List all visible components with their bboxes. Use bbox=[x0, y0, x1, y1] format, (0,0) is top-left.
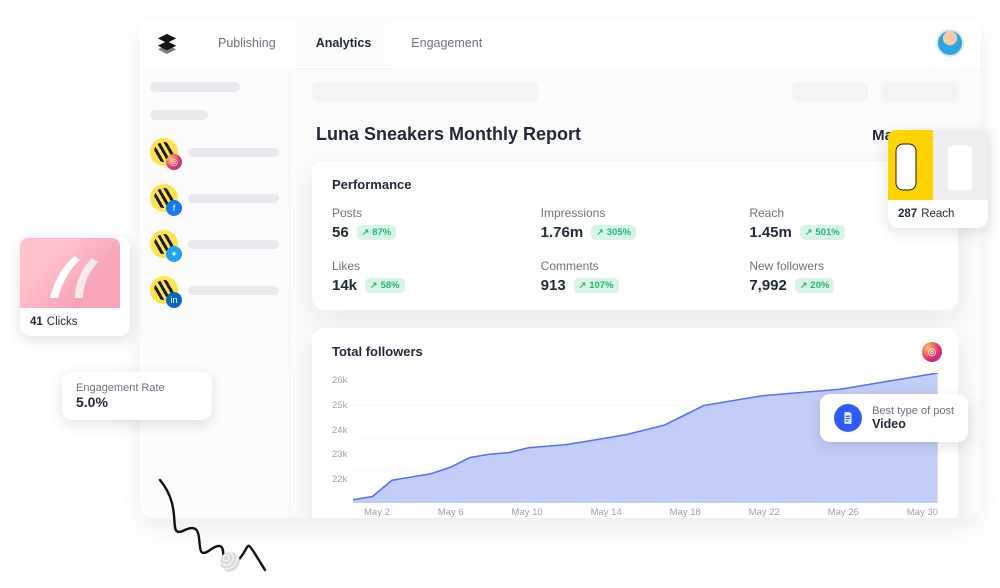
float-card-best-post-type: Best type of post Video bbox=[820, 394, 968, 442]
float-card-label: 287Reach bbox=[888, 200, 988, 228]
metric-value: 913 bbox=[541, 277, 566, 294]
followers-title: Total followers bbox=[332, 344, 938, 359]
sidebar-placeholder bbox=[150, 82, 240, 92]
facebook-icon: f bbox=[166, 200, 182, 216]
tab-publishing[interactable]: Publishing bbox=[198, 18, 296, 68]
main-panel: Luna Sneakers Monthly Report May· 1– 31 … bbox=[290, 68, 980, 518]
performance-card: ◎ Performance Posts5687%Impressions1.76m… bbox=[312, 161, 958, 310]
metric-new-followers: New followers 7,992 20% bbox=[749, 259, 938, 294]
content-area: ◎ f ✦ in Luna bbox=[140, 68, 980, 518]
float-card-image bbox=[888, 130, 988, 200]
sidebar-account-twitter[interactable]: ✦ bbox=[150, 230, 279, 258]
float-card-sublabel: Engagement Rate bbox=[76, 382, 198, 394]
metric-comments: Comments 913 107% bbox=[541, 259, 730, 294]
metric-value: 1.76m bbox=[541, 224, 584, 241]
metric-delta-badge: 20% bbox=[795, 278, 835, 293]
app-logo-icon[interactable] bbox=[156, 32, 178, 54]
metric-value: 56 bbox=[332, 224, 349, 241]
metric-impressions: Impressions 1.76m 305% bbox=[541, 206, 730, 241]
metric-delta-badge: 58% bbox=[365, 278, 405, 293]
tab-analytics[interactable]: Analytics bbox=[296, 18, 392, 68]
sidebar-account-instagram[interactable]: ◎ bbox=[150, 138, 279, 166]
float-card-value: 5.0% bbox=[76, 394, 198, 410]
app-window: Publishing Analytics Engagement ◎ f ✦ in bbox=[140, 18, 980, 518]
float-card-clicks: 41Clicks bbox=[20, 238, 130, 336]
float-card-reach: 287Reach bbox=[888, 130, 988, 228]
instagram-icon: ◎ bbox=[922, 342, 942, 362]
metric-delta-badge: 501% bbox=[800, 225, 845, 240]
metrics-grid: Posts5687%Impressions1.76m305%Reach1.45m… bbox=[332, 206, 938, 294]
user-avatar[interactable] bbox=[936, 29, 964, 57]
metric-label: Impressions bbox=[541, 206, 730, 220]
float-card-label: 41Clicks bbox=[20, 308, 130, 336]
float-card-sublabel: Best type of post bbox=[872, 405, 954, 417]
metric-delta-badge: 107% bbox=[574, 278, 619, 293]
toolbar-placeholder bbox=[312, 82, 538, 102]
metric-delta-badge: 305% bbox=[591, 225, 636, 240]
metric-posts: Posts 56 87% bbox=[332, 206, 521, 241]
metric-value: 1.45m bbox=[749, 224, 792, 241]
linkedin-icon: in bbox=[166, 292, 182, 308]
toolbar-placeholder bbox=[882, 82, 958, 102]
twitter-icon: ✦ bbox=[166, 246, 182, 262]
metric-likes: Likes 14k 58% bbox=[332, 259, 521, 294]
toolbar-placeholder bbox=[792, 82, 868, 102]
performance-title: Performance bbox=[332, 177, 938, 192]
tab-engagement[interactable]: Engagement bbox=[391, 18, 502, 68]
sidebar-account-facebook[interactable]: f bbox=[150, 184, 279, 212]
report-title-row: Luna Sneakers Monthly Report May· 1– 31 bbox=[316, 124, 954, 145]
float-card-engagement: Engagement Rate 5.0% bbox=[62, 372, 212, 420]
metric-label: Posts bbox=[332, 206, 521, 220]
metric-value: 7,992 bbox=[749, 277, 787, 294]
metric-delta-badge: 87% bbox=[357, 225, 397, 240]
sidebar-placeholder bbox=[150, 110, 208, 120]
decorative-circle bbox=[220, 552, 240, 572]
sidebar-account-linkedin[interactable]: in bbox=[150, 276, 279, 304]
chart-x-axis: May 2May 6May 10May 14May 18May 22May 26… bbox=[332, 507, 938, 518]
nav-tabs: Publishing Analytics Engagement bbox=[198, 18, 502, 68]
report-title: Luna Sneakers Monthly Report bbox=[316, 124, 581, 145]
toolbar-placeholders bbox=[312, 82, 958, 102]
instagram-icon: ◎ bbox=[166, 154, 182, 170]
chart-y-axis: 26k25k24k23k22k bbox=[332, 373, 353, 503]
document-icon bbox=[834, 404, 862, 432]
float-card-image bbox=[20, 238, 120, 308]
top-bar: Publishing Analytics Engagement bbox=[140, 18, 980, 68]
metric-label: New followers bbox=[749, 259, 938, 273]
metric-label: Likes bbox=[332, 259, 521, 273]
metric-value: 14k bbox=[332, 277, 357, 294]
sidebar: ◎ f ✦ in bbox=[140, 68, 290, 518]
metric-label: Comments bbox=[541, 259, 730, 273]
float-card-value: Video bbox=[872, 417, 954, 431]
